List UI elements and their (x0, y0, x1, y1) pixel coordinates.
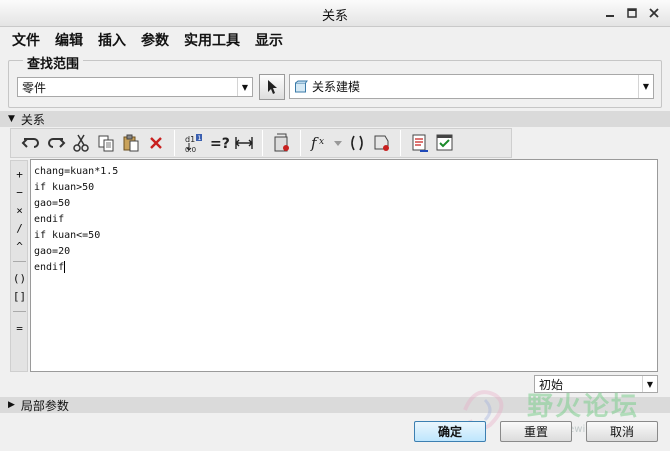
cut-icon[interactable] (68, 131, 93, 155)
paste-icon[interactable] (118, 131, 143, 155)
scope-group: 查找范围 零件 ▼ 关系建模 ▼ (8, 53, 662, 108)
insert-from-model-icon[interactable] (269, 131, 294, 155)
code-line: gao=20 (34, 246, 71, 257)
menu-parameters[interactable]: 参数 (141, 30, 169, 50)
svg-text:x: x (319, 137, 324, 147)
relations-section-label: 关系 (20, 112, 45, 127)
chevron-down-icon[interactable]: ▼ (638, 75, 653, 98)
menu-display[interactable]: 显示 (255, 30, 283, 50)
delete-icon[interactable] (143, 131, 168, 155)
svg-text:0.0: 0.0 (185, 146, 196, 153)
select-model-button[interactable] (259, 74, 285, 100)
operator-parentheses-button[interactable]: () (11, 271, 28, 286)
minimize-icon[interactable] (602, 5, 618, 21)
cursor-arrow-icon (268, 80, 277, 94)
redo-icon[interactable] (43, 131, 68, 155)
operator-brackets-button[interactable]: [] (11, 289, 28, 304)
show-icon[interactable] (407, 131, 432, 155)
menu-file[interactable]: 文件 (12, 30, 40, 50)
scope-legend: 查找范围 (23, 53, 84, 72)
close-icon[interactable] (646, 5, 662, 21)
code-line: gao=50 (34, 198, 71, 209)
code-line: endif (34, 262, 65, 273)
svg-text:1: 1 (197, 135, 201, 142)
operator-multiply-button[interactable]: × (11, 203, 28, 218)
reset-button[interactable]: 重置 (500, 421, 572, 442)
verify-icon[interactable] (432, 131, 457, 155)
chevron-down-icon[interactable]: ▼ (237, 78, 252, 96)
text-caret (64, 261, 66, 273)
menu-utilities[interactable]: 实用工具 (184, 30, 240, 50)
maximize-icon[interactable] (624, 5, 640, 21)
operator-power-button[interactable]: ^ (11, 239, 28, 254)
svg-text:=?: =? (210, 136, 229, 152)
menu-edit[interactable]: 编辑 (55, 30, 83, 50)
expand-icon: ▶ (8, 400, 15, 410)
svg-text:d1: d1 (185, 135, 195, 144)
evaluate-icon[interactable]: =? (206, 131, 231, 155)
cancel-button[interactable]: 取消 (586, 421, 658, 442)
operator-plus-button[interactable]: + (11, 167, 28, 182)
relations-section-header[interactable]: ▼ 关系 (0, 111, 670, 127)
sort-relations-icon[interactable]: d1 1 0.0 (181, 131, 206, 155)
part-icon (295, 80, 308, 92)
collapse-icon: ▼ (8, 114, 15, 124)
menu-insert[interactable]: 插入 (98, 30, 126, 50)
window-title: 关系 (321, 9, 348, 24)
operator-sidebar: + − × / ^ () [] = (10, 160, 28, 372)
code-line: if kuan<=50 (34, 230, 101, 241)
function-dropdown-icon[interactable] (332, 131, 344, 155)
copy-icon[interactable] (93, 131, 118, 155)
code-line: endif (34, 214, 65, 225)
title-bar: 关系 (0, 0, 670, 27)
operator-minus-button[interactable]: − (11, 185, 28, 200)
brackets-icon[interactable] (344, 131, 369, 155)
code-line: chang=kuan*1.5 (34, 166, 119, 177)
scope-type-select[interactable]: 零件 ▼ (17, 77, 253, 97)
menu-bar: 文件 编辑 插入 参数 实用工具 显示 (0, 27, 670, 53)
operator-equals-button[interactable]: = (11, 321, 28, 336)
scope-model-select[interactable]: 关系建模 ▼ (289, 74, 654, 99)
dimension-icon[interactable] (231, 131, 256, 155)
undo-icon[interactable] (18, 131, 43, 155)
scope-model-value: 关系建模 (312, 80, 361, 94)
local-params-label: 局部参数 (20, 398, 69, 413)
svg-text:f: f (310, 134, 319, 152)
ok-button[interactable]: 确定 (414, 421, 486, 442)
operator-divide-button[interactable]: / (11, 221, 28, 236)
relations-editor[interactable]: chang=kuan*1.5 if kuan>50 gao=50 endif i… (30, 159, 658, 372)
relations-toolbar: d1 1 0.0 =? fx (10, 128, 512, 158)
parameter-icon[interactable] (369, 131, 394, 155)
function-icon[interactable]: fx (307, 131, 332, 155)
code-line: if kuan>50 (34, 182, 95, 193)
watermark-text: 野火论坛 (527, 392, 640, 422)
scope-type-value: 零件 (22, 80, 47, 95)
